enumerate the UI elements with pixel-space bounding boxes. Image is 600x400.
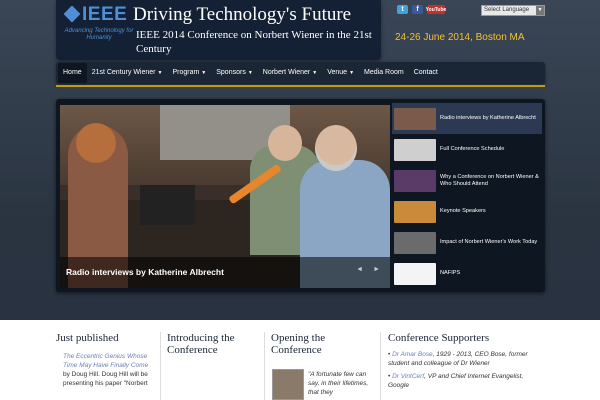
supporter-link[interactable]: Dr VintCerf xyxy=(392,373,424,380)
nav-item-label: Norbert Wiener xyxy=(262,69,311,76)
nav-item-label: Venue xyxy=(327,69,348,76)
thumbnail-label: NAFIPS xyxy=(440,270,461,276)
thumbnail-image xyxy=(394,169,436,192)
slide-thumbnail[interactable]: Keynote Speakers xyxy=(392,196,542,227)
supporter-item: • Dr VintCerf, VP and Chief Internet Eva… xyxy=(388,372,545,390)
main-nav: Home 21st Century Wiener ▼ Program ▼ Sponsors… xyxy=(56,62,545,84)
article-link[interactable]: The Eccentric Genius Whose Time May Have… xyxy=(56,352,159,370)
nav-item[interactable]: Media Room xyxy=(359,63,409,83)
nav-item[interactable]: Contact xyxy=(409,63,443,83)
next-arrow-icon[interactable]: ► xyxy=(373,266,380,273)
site-title: Driving Technology's Future xyxy=(133,4,352,25)
twitter-icon[interactable]: t xyxy=(397,5,408,14)
thumbnail-label: Radio interviews by Katherine Albrecht xyxy=(440,115,536,121)
thumbnail-label: Full Conference Schedule xyxy=(440,146,505,152)
nav-item-label: Sponsors xyxy=(216,69,246,76)
supporters-list: • Dr Amar Bose, 1929 - 2013, CEO Bose, f… xyxy=(388,350,545,390)
site-header: IEEE Advancing Technology for Humanity D… xyxy=(56,0,381,60)
slide-thumbnail[interactable]: Radio interviews by Katherine Albrecht xyxy=(392,103,542,134)
logo-word: IEEE xyxy=(82,4,128,25)
chevron-down-icon: ▼ xyxy=(157,70,163,76)
nav-item[interactable]: 21st Century Wiener ▼ xyxy=(87,63,168,83)
ieee-diamond-icon xyxy=(63,5,81,23)
photo-person-left-head xyxy=(76,123,116,163)
nav-item[interactable]: Program ▼ xyxy=(167,63,211,83)
nav-item-label: Contact xyxy=(413,69,438,76)
thumbnail-label: Impact of Norbert Wiener's Work Today xyxy=(440,239,538,245)
supporters-heading: Conference Supporters xyxy=(388,332,490,344)
thumbnail-image xyxy=(394,262,436,285)
article-body: by Doug Hill. Doug Hill will be presenti… xyxy=(63,371,148,387)
previous-arrow-icon[interactable]: ◄ xyxy=(356,266,363,273)
introducing-column: Introducing the Conference xyxy=(160,332,260,400)
photo-person-middle-head xyxy=(268,125,302,161)
photo-person-right-head xyxy=(315,125,357,171)
nav-item-label: Home xyxy=(63,69,82,76)
nav-item[interactable]: Venue ▼ xyxy=(322,63,359,83)
supporter-item: • Dr Amar Bose, 1929 - 2013, CEO Bose, f… xyxy=(388,350,545,368)
chevron-down-icon: ▼ xyxy=(349,70,355,76)
nav-item[interactable]: Home xyxy=(58,63,87,83)
chevron-down-icon: ▼ xyxy=(312,70,318,76)
social-links: t f YouTube xyxy=(397,5,446,14)
ieee-logo[interactable]: IEEE Advancing Technology for Humanity xyxy=(63,4,133,44)
opening-column: Opening the Conference "A fortunate few … xyxy=(264,332,374,400)
slide-thumbnail[interactable]: Full Conference Schedule xyxy=(392,134,542,165)
logo-tagline: Advancing Technology for Humanity xyxy=(64,28,134,41)
thumbnail-image xyxy=(394,231,436,254)
facebook-icon[interactable]: f xyxy=(412,5,423,14)
nav-item[interactable]: Sponsors ▼ xyxy=(211,63,258,83)
chevron-down-icon: ▼ xyxy=(201,70,207,76)
page: IEEE Advancing Technology for Humanity D… xyxy=(0,0,600,400)
language-select[interactable]: Select Language ▼ xyxy=(481,5,545,16)
nav-item-label: Media Room xyxy=(364,69,404,76)
date-location: 24-26 June 2014, Boston MA xyxy=(395,32,525,43)
supporters-column: Conference Supporters • Dr Amar Bose, 19… xyxy=(380,332,545,400)
slide-caption-text: Radio interviews by Katherine Albrecht xyxy=(66,267,224,277)
chevron-down-icon: ▼ xyxy=(247,70,253,76)
nav-item[interactable]: Norbert Wiener ▼ xyxy=(258,63,322,83)
thumbnail-label: Keynote Speakers xyxy=(440,208,486,214)
slide-caption: Radio interviews by Katherine Albrecht ◄… xyxy=(60,257,390,288)
supporter-link[interactable]: Dr Amar Bose xyxy=(392,351,433,358)
site-subtitle: IEEE 2014 Conference on Norbert Wiener i… xyxy=(136,29,372,55)
slide-thumbnail[interactable]: NAFIPS xyxy=(392,258,542,289)
thumbnail-image xyxy=(394,200,436,223)
thumbnail-label: Why a Conference on Norbert Wiener & Who… xyxy=(440,173,539,187)
opening-heading[interactable]: Opening the Conference xyxy=(271,332,374,356)
photo-laptop xyxy=(140,185,195,225)
nav-item-label: 21st Century Wiener xyxy=(91,69,156,76)
thumbnail-image xyxy=(394,138,436,161)
speaker-photo[interactable] xyxy=(272,369,304,400)
introducing-heading[interactable]: Introducing the Conference xyxy=(167,332,260,356)
language-select-label: Select Language xyxy=(484,7,530,13)
just-published-heading: Just published xyxy=(56,332,119,344)
nav-divider xyxy=(56,85,545,87)
chevron-down-icon: ▼ xyxy=(536,6,544,15)
opening-quote: "A fortunate few can say, in their lifet… xyxy=(308,371,369,396)
youtube-icon[interactable]: YouTube xyxy=(426,5,446,14)
thumbnail-image xyxy=(394,107,436,130)
slide-arrows: ◄ ► xyxy=(356,266,380,273)
just-published-column: Just published The Eccentric Genius Whos… xyxy=(56,332,159,400)
slide-thumbnail[interactable]: Why a Conference on Norbert Wiener & Who… xyxy=(392,165,542,196)
slide-thumbnail[interactable]: Impact of Norbert Wiener's Work Today xyxy=(392,227,542,258)
slide-thumbnails: Radio interviews by Katherine Albrecht Fu… xyxy=(392,103,542,289)
nav-item-label: Program xyxy=(172,69,200,76)
featured-slider: Radio interviews by Katherine Albrecht ◄… xyxy=(56,99,545,292)
